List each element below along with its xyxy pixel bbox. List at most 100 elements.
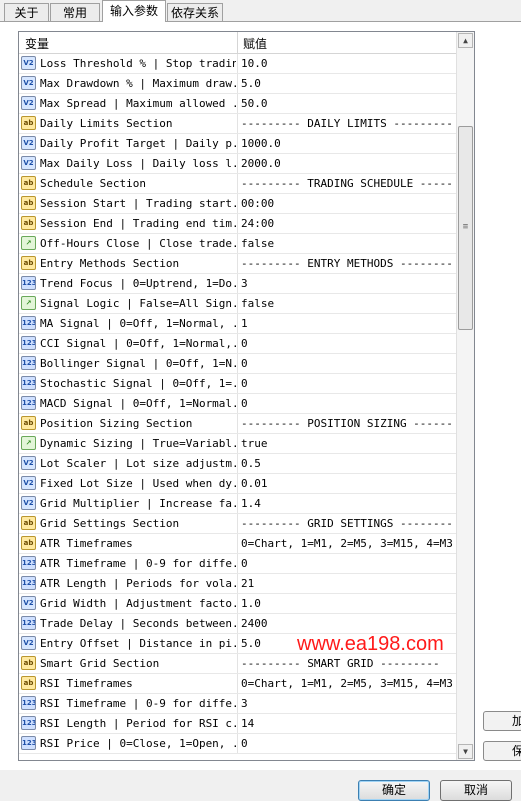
parameter-row[interactable]: 123 CCI Signal | 0=Off, 1=Normal,... 0 — [19, 334, 456, 354]
parameter-value[interactable]: 2000.0 — [241, 157, 454, 170]
parameter-value[interactable]: 3 — [241, 277, 454, 290]
parameter-value[interactable]: 1.4 — [241, 497, 454, 510]
parameter-name: Smart Grid Section — [40, 657, 160, 670]
parameter-value[interactable]: 0=Chart, 1=M1, 2=M5, 3=M15, 4=M3... — [241, 537, 454, 550]
parameter-row[interactable]: V2 Grid Width | Adjustment facto... 1.0 — [19, 594, 456, 614]
load-button[interactable]: 加 — [483, 711, 521, 731]
type-123-icon: 123 — [21, 556, 36, 570]
parameter-row[interactable]: V2 Max Drawdown % | Maximum draw... 5.0 — [19, 74, 456, 94]
parameter-name: Trade Delay | Seconds between... — [40, 617, 236, 630]
parameter-value[interactable]: 0 — [241, 397, 454, 410]
tab-dependencies[interactable]: 依存关系 — [167, 3, 223, 21]
parameter-value[interactable]: 21 — [241, 577, 454, 590]
parameter-value[interactable]: true — [241, 437, 454, 450]
parameter-row[interactable]: ab Daily Limits Section --------- DAILY LI… — [19, 114, 456, 134]
parameter-row[interactable]: 123 RSI Price | 0=Close, 1=Open, ... 0 — [19, 734, 456, 754]
parameter-value[interactable]: 0 — [241, 737, 454, 750]
parameter-value[interactable]: 0 — [241, 337, 454, 350]
cell-divider — [237, 174, 238, 193]
parameter-row[interactable]: ab Position Sizing Section --------- POSIT… — [19, 414, 456, 434]
parameter-name: Grid Width | Adjustment facto... — [40, 597, 236, 610]
parameter-value[interactable]: 0 — [241, 357, 454, 370]
parameter-row[interactable]: V2 Fixed Lot Size | Used when dy... 0.01 — [19, 474, 456, 494]
parameter-row[interactable]: 123 Bollinger Signal | 0=Off, 1=N... 0 — [19, 354, 456, 374]
parameter-value[interactable]: 24:00 — [241, 217, 454, 230]
parameter-row[interactable]: 123 Stochastic Signal | 0=Off, 1=... 0 — [19, 374, 456, 394]
type-123-icon: 123 — [21, 276, 36, 290]
parameter-value[interactable]: 0 — [241, 557, 454, 570]
parameter-value[interactable]: 0.01 — [241, 477, 454, 490]
parameter-value[interactable]: --------- ENTRY METHODS --------- — [241, 257, 454, 270]
parameter-row[interactable]: ↗ Dynamic Sizing | True=Variabl... true — [19, 434, 456, 454]
parameter-value[interactable]: --------- DAILY LIMITS --------- — [241, 117, 454, 130]
scroll-down-icon[interactable]: ▼ — [458, 744, 473, 759]
parameter-value[interactable]: --------- SMART GRID --------- — [241, 657, 454, 670]
parameter-row[interactable]: ↗ Off-Hours Close | Close trade... false — [19, 234, 456, 254]
type-ab-icon: ab — [21, 416, 36, 430]
column-header-value[interactable]: 赋值 — [243, 35, 267, 52]
tab-common[interactable]: 常用 — [50, 3, 100, 21]
type-ab-icon: ab — [21, 116, 36, 130]
parameter-row[interactable]: 123 MA Signal | 0=Off, 1=Normal, ... 1 — [19, 314, 456, 334]
parameter-name: ATR Length | Periods for vola... — [40, 577, 236, 590]
parameter-value[interactable]: --------- GRID SETTINGS --------- — [241, 517, 454, 530]
parameter-value[interactable]: 5.0 — [241, 77, 454, 90]
parameter-value[interactable]: false — [241, 237, 454, 250]
parameter-row[interactable]: V2 Lot Scaler | Lot size adjustm... 0.5 — [19, 454, 456, 474]
parameter-row[interactable]: 123 ATR Length | Periods for vola... 21 — [19, 574, 456, 594]
parameter-name: Max Spread | Maximum allowed ... — [40, 97, 236, 110]
parameter-value[interactable]: 14 — [241, 717, 454, 730]
parameter-value[interactable]: 1.0 — [241, 597, 454, 610]
parameter-row[interactable]: V2 Loss Threshold % | Stop trading... 10.0 — [19, 54, 456, 74]
parameter-row[interactable]: V2 Max Daily Loss | Daily loss l... 2000.0 — [19, 154, 456, 174]
parameter-value[interactable]: --------- POSITION SIZING --------- — [241, 417, 454, 430]
tab-about[interactable]: 关于 — [4, 3, 49, 21]
parameter-value[interactable]: 10.0 — [241, 57, 454, 70]
parameter-row[interactable]: V2 Daily Profit Target | Daily p... 1000.0 — [19, 134, 456, 154]
ok-button[interactable]: 确定 — [358, 780, 430, 801]
cell-divider — [237, 414, 238, 433]
parameter-name: Signal Logic | False=All Sign... — [40, 297, 236, 310]
save-button[interactable]: 保 — [483, 741, 521, 761]
parameter-row[interactable]: ↗ Signal Logic | False=All Sign... false — [19, 294, 456, 314]
cell-divider — [237, 234, 238, 253]
parameter-value[interactable]: 0=Chart, 1=M1, 2=M5, 3=M15, 4=M3... — [241, 677, 454, 690]
parameter-row[interactable]: ab Smart Grid Section --------- SMART GRID… — [19, 654, 456, 674]
cancel-button[interactable]: 取消 — [440, 780, 512, 801]
parameter-value[interactable]: 3 — [241, 697, 454, 710]
parameter-value[interactable]: 0 — [241, 377, 454, 390]
column-divider[interactable] — [237, 32, 238, 53]
parameter-value[interactable]: --------- TRADING SCHEDULE -----... — [241, 177, 454, 190]
scroll-up-icon[interactable]: ▲ — [458, 33, 473, 48]
parameter-row[interactable]: V2 Max Spread | Maximum allowed ... 50.0 — [19, 94, 456, 114]
tab-inputs[interactable]: 输入参数 — [102, 0, 166, 22]
grid-header: 变量 赋值 — [19, 32, 456, 54]
parameter-row[interactable]: 123 RSI Timeframe | 0-9 for diffe... 3 — [19, 694, 456, 714]
parameter-value[interactable]: 00:00 — [241, 197, 454, 210]
parameter-value[interactable]: 50.0 — [241, 97, 454, 110]
parameter-row[interactable]: 123 MACD Signal | 0=Off, 1=Normal... 0 — [19, 394, 456, 414]
parameter-row[interactable]: ab RSI Timeframes 0=Chart, 1=M1, 2=M5, 3=M… — [19, 674, 456, 694]
parameter-name: Fixed Lot Size | Used when dy... — [40, 477, 236, 490]
parameter-value[interactable]: 2400 — [241, 617, 454, 630]
parameter-row[interactable]: ab Session End | Trading end tim... 24:00 — [19, 214, 456, 234]
parameter-row[interactable]: ab Grid Settings Section --------- GRID SE… — [19, 514, 456, 534]
parameter-row[interactable]: ab Entry Methods Section --------- ENTRY M… — [19, 254, 456, 274]
parameter-value[interactable]: false — [241, 297, 454, 310]
type-123-icon: 123 — [21, 616, 36, 630]
parameter-row[interactable]: 123 Trend Focus | 0=Uptrend, 1=Do... 3 — [19, 274, 456, 294]
parameter-value[interactable]: 0.5 — [241, 457, 454, 470]
parameter-row[interactable]: ab Session Start | Trading start... 00:00 — [19, 194, 456, 214]
parameter-row[interactable]: 123 RSI Length | Period for RSI c... 14 — [19, 714, 456, 734]
parameter-row[interactable]: ab Schedule Section --------- TRADING SCHE… — [19, 174, 456, 194]
parameter-row[interactable]: 123 ATR Timeframe | 0-9 for diffe... 0 — [19, 554, 456, 574]
column-header-variable[interactable]: 变量 — [25, 35, 49, 52]
scroll-thumb[interactable]: ≡ — [458, 126, 473, 330]
parameter-value[interactable]: 1 — [241, 317, 454, 330]
parameter-row[interactable]: 123 Trade Delay | Seconds between... 2400 — [19, 614, 456, 634]
vertical-scrollbar[interactable]: ▲ ≡ ▼ — [456, 32, 474, 760]
parameter-value[interactable]: 1000.0 — [241, 137, 454, 150]
parameter-name: Daily Profit Target | Daily p... — [40, 137, 236, 150]
parameter-row[interactable]: V2 Grid Multiplier | Increase fa... 1.4 — [19, 494, 456, 514]
parameter-row[interactable]: ab ATR Timeframes 0=Chart, 1=M1, 2=M5, 3=M… — [19, 534, 456, 554]
